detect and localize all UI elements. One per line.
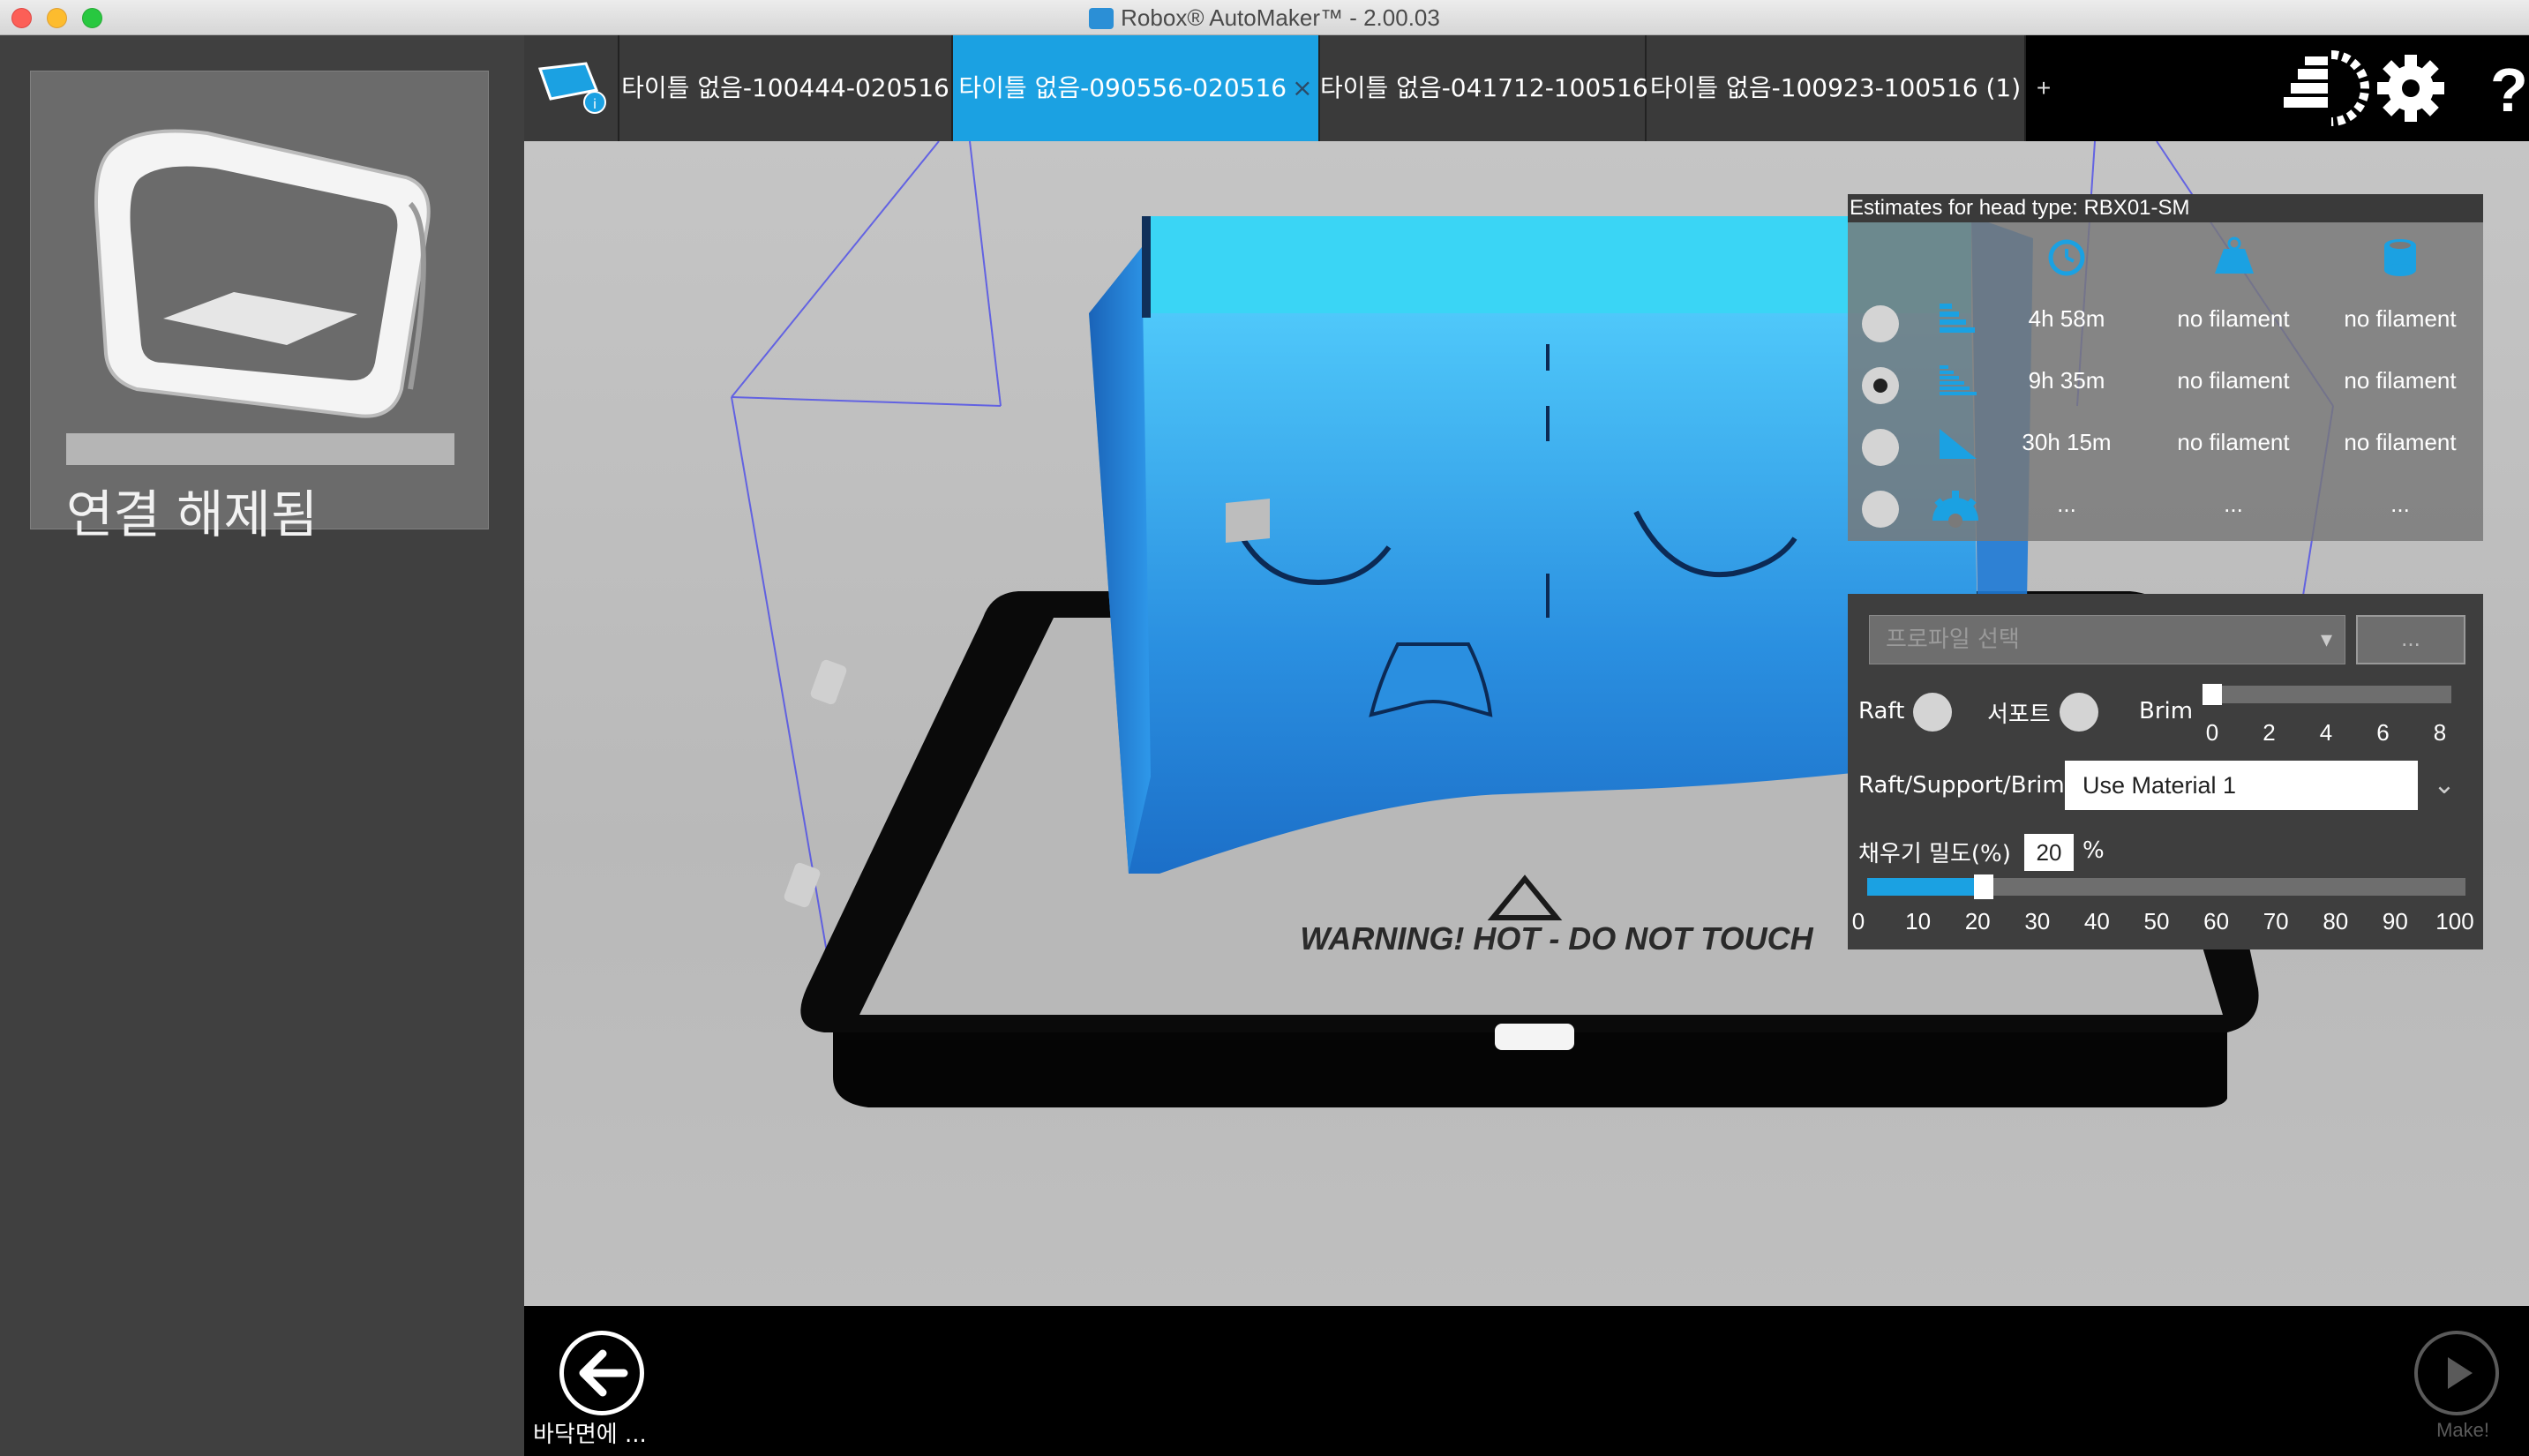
layer-profile-icon	[1940, 429, 1977, 459]
tab-project-2[interactable]: 타이틀 없음-090556-020516 ×	[953, 35, 1320, 141]
play-icon	[2448, 1357, 2473, 1389]
fill-tick-label: 40	[2083, 908, 2110, 934]
fill-tick-label: 0	[1851, 908, 1865, 934]
layout-icon[interactable]	[2284, 50, 2369, 126]
estimate-cost: ...	[2390, 491, 2410, 517]
close-tab-icon[interactable]: ×	[1292, 73, 1312, 102]
estimate-radio-selected[interactable]	[1862, 367, 1899, 404]
fill-slider-fill	[1867, 878, 1978, 896]
add-tab-button[interactable]: +	[2026, 35, 2061, 141]
estimate-weight: no filament	[2177, 367, 2290, 394]
tab-label: 타이틀 없음-100444-020516	[621, 73, 949, 102]
estimate-weight: no filament	[2177, 305, 2290, 332]
back-label: 바닥면에 ...	[533, 1422, 647, 1448]
back-button[interactable]	[559, 1331, 644, 1415]
brim-tick-label: 2	[2263, 719, 2276, 746]
fill-density-label: 채우기 밀도(%)	[1858, 841, 2011, 867]
tab-project-3[interactable]: 타이틀 없음-041712-100516	[1320, 35, 1648, 141]
brim-tick-label: 0	[2205, 719, 2219, 746]
estimate-radio[interactable]	[1862, 429, 1899, 466]
print-settings-panel: 프로파일 선택 ... Raft 서포트 Brim 0 2 4 6 8 Raft/Sup…	[1848, 594, 2483, 949]
estimate-time: 9h 35m	[2028, 367, 2105, 394]
window-title: Robox® AutoMaker™ - 2.00.03	[0, 0, 2529, 35]
layer-profile-icon	[1940, 365, 1977, 395]
printer-sidebar: 연결 해제됨	[0, 35, 524, 1456]
layer-profile-icon	[1940, 304, 1975, 333]
estimate-weight: ...	[2224, 491, 2243, 517]
help-icon[interactable]: ?	[2490, 56, 2528, 124]
fill-unit: %	[2082, 837, 2105, 864]
estimates-column-icons	[2048, 236, 2416, 276]
tab-label: 타이틀 없음-090556-020516	[958, 73, 1287, 102]
top-toolbar-icons: ?	[2284, 50, 2528, 126]
tab-library[interactable]: i	[524, 35, 619, 141]
tab-label: 타이틀 없음-100923-100516 (1)	[1649, 73, 2022, 102]
estimate-cost: no filament	[2344, 429, 2457, 455]
profile-select[interactable]: 프로파일 선택	[1869, 615, 2345, 664]
material-select[interactable]: Use Material 1	[2065, 761, 2418, 810]
fill-tick-label: 60	[2203, 908, 2230, 934]
support-toggle[interactable]	[2060, 693, 2098, 732]
gear-icon[interactable]	[2377, 55, 2444, 122]
custom-settings-icon	[1932, 491, 1978, 528]
estimate-weight: no filament	[2177, 429, 2290, 455]
bottom-toolbar: 바닥면에 ... Make!	[524, 1306, 2529, 1456]
brim-tick-label: 4	[2319, 719, 2333, 746]
tab-project-4[interactable]: 타이틀 없음-100923-100516 (1)	[1647, 35, 2026, 141]
fill-tick-label: 80	[2323, 908, 2349, 934]
brim-slider-thumb[interactable]	[2203, 684, 2222, 705]
fill-tick-label: 70	[2263, 908, 2289, 934]
estimate-time: 30h 15m	[2022, 429, 2112, 455]
estimate-row-fine[interactable]: 30h 15m no filament no filament	[1848, 417, 2483, 469]
printer-progress-bar	[66, 433, 454, 465]
brim-tick-label: 6	[2376, 719, 2390, 746]
brim-slider-track[interactable]	[2203, 686, 2451, 703]
printer-icon	[94, 129, 431, 418]
brim-label: Brim	[2139, 698, 2194, 724]
estimate-row-normal[interactable]: 9h 35m no filament no filament	[1848, 355, 2483, 408]
library-icon: i	[537, 62, 606, 114]
bed-warning-text: WARNING! HOT - DO NOT TOUCH	[1300, 920, 1813, 957]
fill-tick-label: 50	[2143, 908, 2170, 934]
support-label: 서포트	[1987, 702, 2051, 728]
profile-more-button[interactable]: ...	[2356, 615, 2465, 664]
svg-text:i: i	[593, 97, 597, 112]
estimates-panel: Estimates for head type: RBX01-SM 4h 58m…	[1848, 194, 2483, 541]
fill-tick-label: 30	[2024, 908, 2051, 934]
arrow-left-icon	[579, 1349, 628, 1397]
estimate-cost: no filament	[2344, 367, 2457, 394]
window-titlebar: Robox® AutoMaker™ - 2.00.03	[0, 0, 2529, 35]
estimate-time: ...	[2057, 491, 2076, 517]
window-title-text: Robox® AutoMaker™ - 2.00.03	[1121, 4, 1440, 31]
fill-tick-label: 10	[1905, 908, 1932, 934]
fill-slider-thumb[interactable]	[1974, 874, 1994, 899]
estimate-row-draft[interactable]: 4h 58m no filament no filament	[1848, 293, 2483, 346]
make-button[interactable]	[2414, 1331, 2499, 1415]
printer-status: 연결 해제됨	[66, 484, 319, 544]
raft-toggle[interactable]	[1913, 693, 1952, 732]
fill-tick-label: 90	[2382, 908, 2408, 934]
tab-label: 타이틀 없음-041712-100516	[1320, 73, 1648, 102]
printer-card[interactable]: 연결 해제됨	[30, 71, 489, 544]
estimate-time: 4h 58m	[2028, 305, 2105, 332]
estimate-row-custom[interactable]: ... ... ...	[1848, 478, 2483, 531]
make-label: Make!	[2436, 1419, 2489, 1441]
brim-tick-label: 8	[2433, 719, 2447, 746]
cost-icon	[2384, 239, 2416, 276]
fill-density-input[interactable]: 20	[2024, 834, 2074, 871]
estimate-radio[interactable]	[1862, 305, 1899, 342]
tab-project-1[interactable]: 타이틀 없음-100444-020516	[619, 35, 953, 141]
estimate-radio[interactable]	[1862, 491, 1899, 528]
weight-icon	[2215, 236, 2254, 274]
chevron-down-icon[interactable]: ⌄	[2423, 761, 2465, 810]
fill-tick-label: 100	[2435, 908, 2474, 934]
time-icon	[2048, 239, 2085, 276]
material-label: Raft/Support/Brim	[1858, 772, 2065, 799]
raft-label: Raft	[1858, 698, 1905, 724]
fill-tick-label: 20	[1964, 908, 1991, 934]
estimate-cost: no filament	[2344, 305, 2457, 332]
estimates-header: Estimates for head type: RBX01-SM	[1848, 194, 2483, 222]
project-tabbar: i 타이틀 없음-100444-020516 타이틀 없음-090556-020…	[524, 35, 2529, 141]
app-icon	[1089, 8, 1114, 29]
